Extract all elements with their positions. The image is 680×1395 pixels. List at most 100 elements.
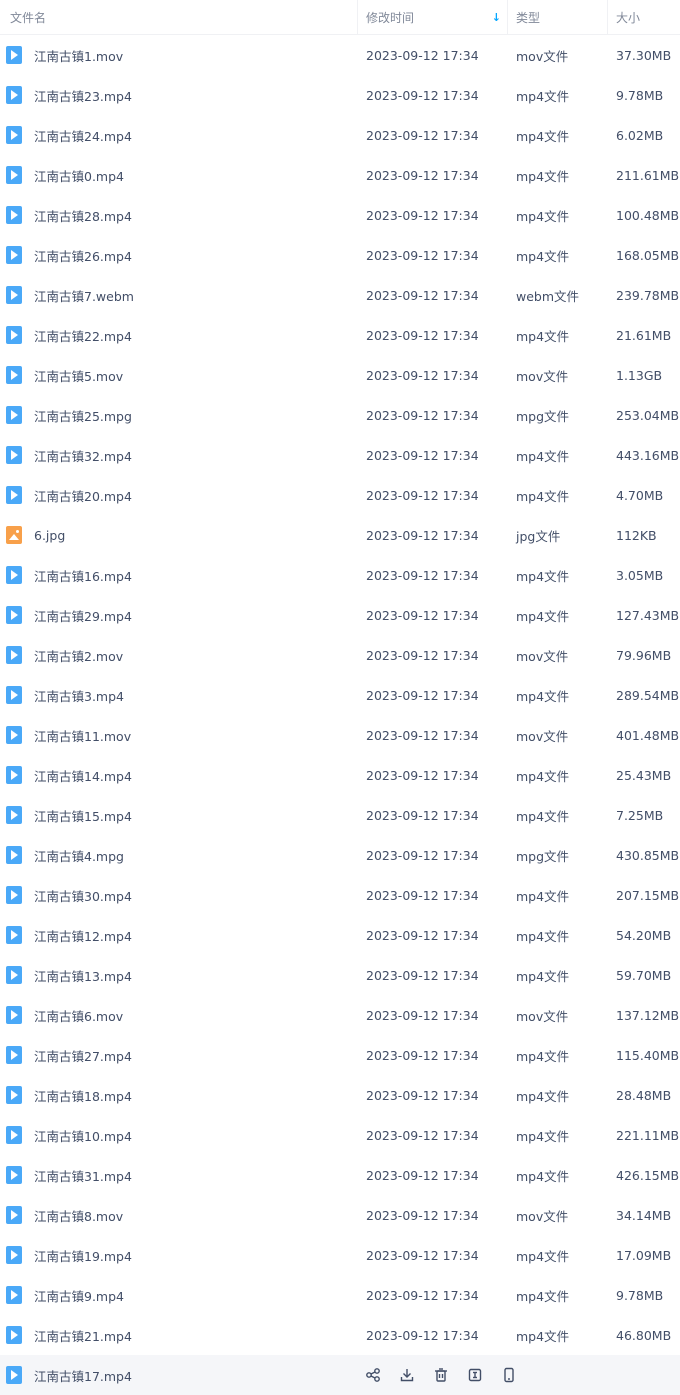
table-row[interactable]: 江南古镇21.mp4 2023-09-12 17:34 mp4文件 46.80MB bbox=[0, 1315, 680, 1355]
file-name-cell: 江南古镇1.mov bbox=[0, 46, 358, 65]
file-name[interactable]: 江南古镇20.mp4 bbox=[34, 486, 132, 505]
table-row[interactable]: 江南古镇2.mov 2023-09-12 17:34 mov文件 79.96MB bbox=[0, 635, 680, 675]
file-name[interactable]: 江南古镇9.mp4 bbox=[34, 1286, 124, 1305]
table-row[interactable]: 江南古镇18.mp4 2023-09-12 17:34 mp4文件 28.48MB bbox=[0, 1075, 680, 1115]
file-name[interactable]: 江南古镇14.mp4 bbox=[34, 766, 132, 785]
table-row[interactable]: 江南古镇26.mp4 2023-09-12 17:34 mp4文件 168.05MB bbox=[0, 235, 680, 275]
table-row[interactable]: 6.jpg 2023-09-12 17:34 jpg文件 112KB bbox=[0, 515, 680, 555]
table-row[interactable]: 江南古镇14.mp4 2023-09-12 17:34 mp4文件 25.43MB bbox=[0, 755, 680, 795]
table-row[interactable]: 江南古镇6.mov 2023-09-12 17:34 mov文件 137.12MB bbox=[0, 995, 680, 1035]
file-name[interactable]: 江南古镇2.mov bbox=[34, 646, 123, 665]
table-row[interactable]: 江南古镇32.mp4 2023-09-12 17:34 mp4文件 443.16MB bbox=[0, 435, 680, 475]
file-name[interactable]: 江南古镇6.mov bbox=[34, 1006, 123, 1025]
share-icon[interactable] bbox=[365, 1355, 399, 1395]
table-row-hovered[interactable]: 江南古镇17.mp4 bbox=[0, 1355, 680, 1395]
table-row[interactable]: 江南古镇11.mov 2023-09-12 17:34 mov文件 401.48MB bbox=[0, 715, 680, 755]
modified-time: 2023-09-12 17:34 bbox=[366, 1327, 479, 1343]
file-size: 7.25MB bbox=[616, 807, 664, 823]
file-name[interactable]: 江南古镇16.mp4 bbox=[34, 566, 132, 585]
column-header-size[interactable]: 大小 bbox=[608, 0, 680, 34]
table-row[interactable]: 江南古镇4.mpg 2023-09-12 17:34 mpg文件 430.85MB bbox=[0, 835, 680, 875]
file-name[interactable]: 江南古镇23.mp4 bbox=[34, 86, 132, 105]
table-row[interactable]: 江南古镇30.mp4 2023-09-12 17:34 mp4文件 207.15MB bbox=[0, 875, 680, 915]
file-name[interactable]: 江南古镇22.mp4 bbox=[34, 326, 132, 345]
table-row[interactable]: 江南古镇1.mov 2023-09-12 17:34 mov文件 37.30MB bbox=[0, 35, 680, 75]
video-file-icon bbox=[6, 806, 22, 824]
file-name[interactable]: 江南古镇3.mp4 bbox=[34, 686, 124, 705]
column-header-type-label: 类型 bbox=[516, 10, 541, 25]
table-row[interactable]: 江南古镇13.mp4 2023-09-12 17:34 mp4文件 59.70MB bbox=[0, 955, 680, 995]
file-name[interactable]: 江南古镇28.mp4 bbox=[34, 206, 132, 225]
table-row[interactable]: 江南古镇22.mp4 2023-09-12 17:34 mp4文件 21.61MB bbox=[0, 315, 680, 355]
file-name[interactable]: 江南古镇24.mp4 bbox=[34, 126, 132, 145]
table-row[interactable]: 江南古镇28.mp4 2023-09-12 17:34 mp4文件 100.48MB bbox=[0, 195, 680, 235]
column-header-time[interactable]: 修改时间 ↓ bbox=[358, 0, 508, 34]
table-row[interactable]: 江南古镇5.mov 2023-09-12 17:34 mov文件 1.13GB bbox=[0, 355, 680, 395]
file-list: 江南古镇1.mov 2023-09-12 17:34 mov文件 37.30MB 江南古… bbox=[0, 35, 680, 1355]
rename-icon[interactable] bbox=[467, 1355, 501, 1395]
file-size: 239.78MB bbox=[616, 287, 680, 303]
modified-time: 2023-09-12 17:34 bbox=[366, 367, 479, 383]
file-name[interactable]: 江南古镇7.webm bbox=[34, 286, 134, 305]
modified-time: 2023-09-12 17:34 bbox=[366, 1047, 479, 1063]
table-row[interactable]: 江南古镇24.mp4 2023-09-12 17:34 mp4文件 6.02MB bbox=[0, 115, 680, 155]
file-name[interactable]: 江南古镇5.mov bbox=[34, 366, 123, 385]
video-file-icon bbox=[6, 446, 22, 464]
file-name-cell: 江南古镇11.mov bbox=[0, 726, 358, 745]
modified-time: 2023-09-12 17:34 bbox=[366, 727, 479, 743]
table-row[interactable]: 江南古镇16.mp4 2023-09-12 17:34 mp4文件 3.05MB bbox=[0, 555, 680, 595]
file-name[interactable]: 江南古镇12.mp4 bbox=[34, 926, 132, 945]
sort-down-arrow-icon[interactable]: ↓ bbox=[492, 11, 501, 24]
file-name[interactable]: 江南古镇26.mp4 bbox=[34, 246, 132, 265]
file-name[interactable]: 江南古镇8.mov bbox=[34, 1206, 123, 1225]
column-header-type[interactable]: 类型 bbox=[508, 0, 608, 34]
modified-time: 2023-09-12 17:34 bbox=[366, 767, 479, 783]
table-row[interactable]: 江南古镇31.mp4 2023-09-12 17:34 mp4文件 426.15MB bbox=[0, 1155, 680, 1195]
phone-icon[interactable] bbox=[501, 1355, 535, 1395]
table-row[interactable]: 江南古镇27.mp4 2023-09-12 17:34 mp4文件 115.40MB bbox=[0, 1035, 680, 1075]
file-name[interactable]: 江南古镇0.mp4 bbox=[34, 166, 124, 185]
video-file-icon bbox=[6, 86, 22, 104]
delete-icon[interactable] bbox=[433, 1355, 467, 1395]
file-type: jpg文件 bbox=[516, 528, 561, 544]
file-size: 1.13GB bbox=[616, 367, 663, 383]
file-name[interactable]: 6.jpg bbox=[34, 528, 65, 543]
column-header-name[interactable]: 文件名 bbox=[0, 0, 358, 34]
file-name[interactable]: 江南古镇15.mp4 bbox=[34, 806, 132, 825]
file-name[interactable]: 江南古镇1.mov bbox=[34, 46, 123, 65]
download-icon[interactable] bbox=[399, 1355, 433, 1395]
file-name[interactable]: 江南古镇17.mp4 bbox=[34, 1366, 132, 1385]
file-name[interactable]: 江南古镇4.mpg bbox=[34, 846, 124, 865]
file-name[interactable]: 江南古镇29.mp4 bbox=[34, 606, 132, 625]
file-size: 34.14MB bbox=[616, 1207, 672, 1223]
table-row[interactable]: 江南古镇15.mp4 2023-09-12 17:34 mp4文件 7.25MB bbox=[0, 795, 680, 835]
table-row[interactable]: 江南古镇19.mp4 2023-09-12 17:34 mp4文件 17.09MB bbox=[0, 1235, 680, 1275]
table-row[interactable]: 江南古镇0.mp4 2023-09-12 17:34 mp4文件 211.61MB bbox=[0, 155, 680, 195]
file-name[interactable]: 江南古镇32.mp4 bbox=[34, 446, 132, 465]
file-name[interactable]: 江南古镇25.mpg bbox=[34, 406, 132, 425]
table-row[interactable]: 江南古镇10.mp4 2023-09-12 17:34 mp4文件 221.11MB bbox=[0, 1115, 680, 1155]
file-size: 211.61MB bbox=[616, 167, 680, 183]
file-name[interactable]: 江南古镇13.mp4 bbox=[34, 966, 132, 985]
table-row[interactable]: 江南古镇29.mp4 2023-09-12 17:34 mp4文件 127.43MB bbox=[0, 595, 680, 635]
table-row[interactable]: 江南古镇12.mp4 2023-09-12 17:34 mp4文件 54.20MB bbox=[0, 915, 680, 955]
file-name[interactable]: 江南古镇21.mp4 bbox=[34, 1326, 132, 1345]
file-name[interactable]: 江南古镇27.mp4 bbox=[34, 1046, 132, 1065]
file-name[interactable]: 江南古镇10.mp4 bbox=[34, 1126, 132, 1145]
file-name[interactable]: 江南古镇11.mov bbox=[34, 726, 131, 745]
table-row[interactable]: 江南古镇9.mp4 2023-09-12 17:34 mp4文件 9.78MB bbox=[0, 1275, 680, 1315]
table-row[interactable]: 江南古镇25.mpg 2023-09-12 17:34 mpg文件 253.04MB bbox=[0, 395, 680, 435]
table-row[interactable]: 江南古镇7.webm 2023-09-12 17:34 webm文件 239.78MB bbox=[0, 275, 680, 315]
file-name[interactable]: 江南古镇19.mp4 bbox=[34, 1246, 132, 1265]
table-row[interactable]: 江南古镇8.mov 2023-09-12 17:34 mov文件 34.14MB bbox=[0, 1195, 680, 1235]
table-row[interactable]: 江南古镇3.mp4 2023-09-12 17:34 mp4文件 289.54MB bbox=[0, 675, 680, 715]
file-size: 168.05MB bbox=[616, 247, 680, 263]
table-row[interactable]: 江南古镇20.mp4 2023-09-12 17:34 mp4文件 4.70MB bbox=[0, 475, 680, 515]
file-name-cell: 6.jpg bbox=[0, 526, 358, 544]
table-row[interactable]: 江南古镇23.mp4 2023-09-12 17:34 mp4文件 9.78MB bbox=[0, 75, 680, 115]
file-name[interactable]: 江南古镇30.mp4 bbox=[34, 886, 132, 905]
file-type: mov文件 bbox=[516, 1208, 569, 1224]
file-name[interactable]: 江南古镇31.mp4 bbox=[34, 1166, 132, 1185]
file-type: mp4文件 bbox=[516, 1088, 570, 1104]
file-name[interactable]: 江南古镇18.mp4 bbox=[34, 1086, 132, 1105]
